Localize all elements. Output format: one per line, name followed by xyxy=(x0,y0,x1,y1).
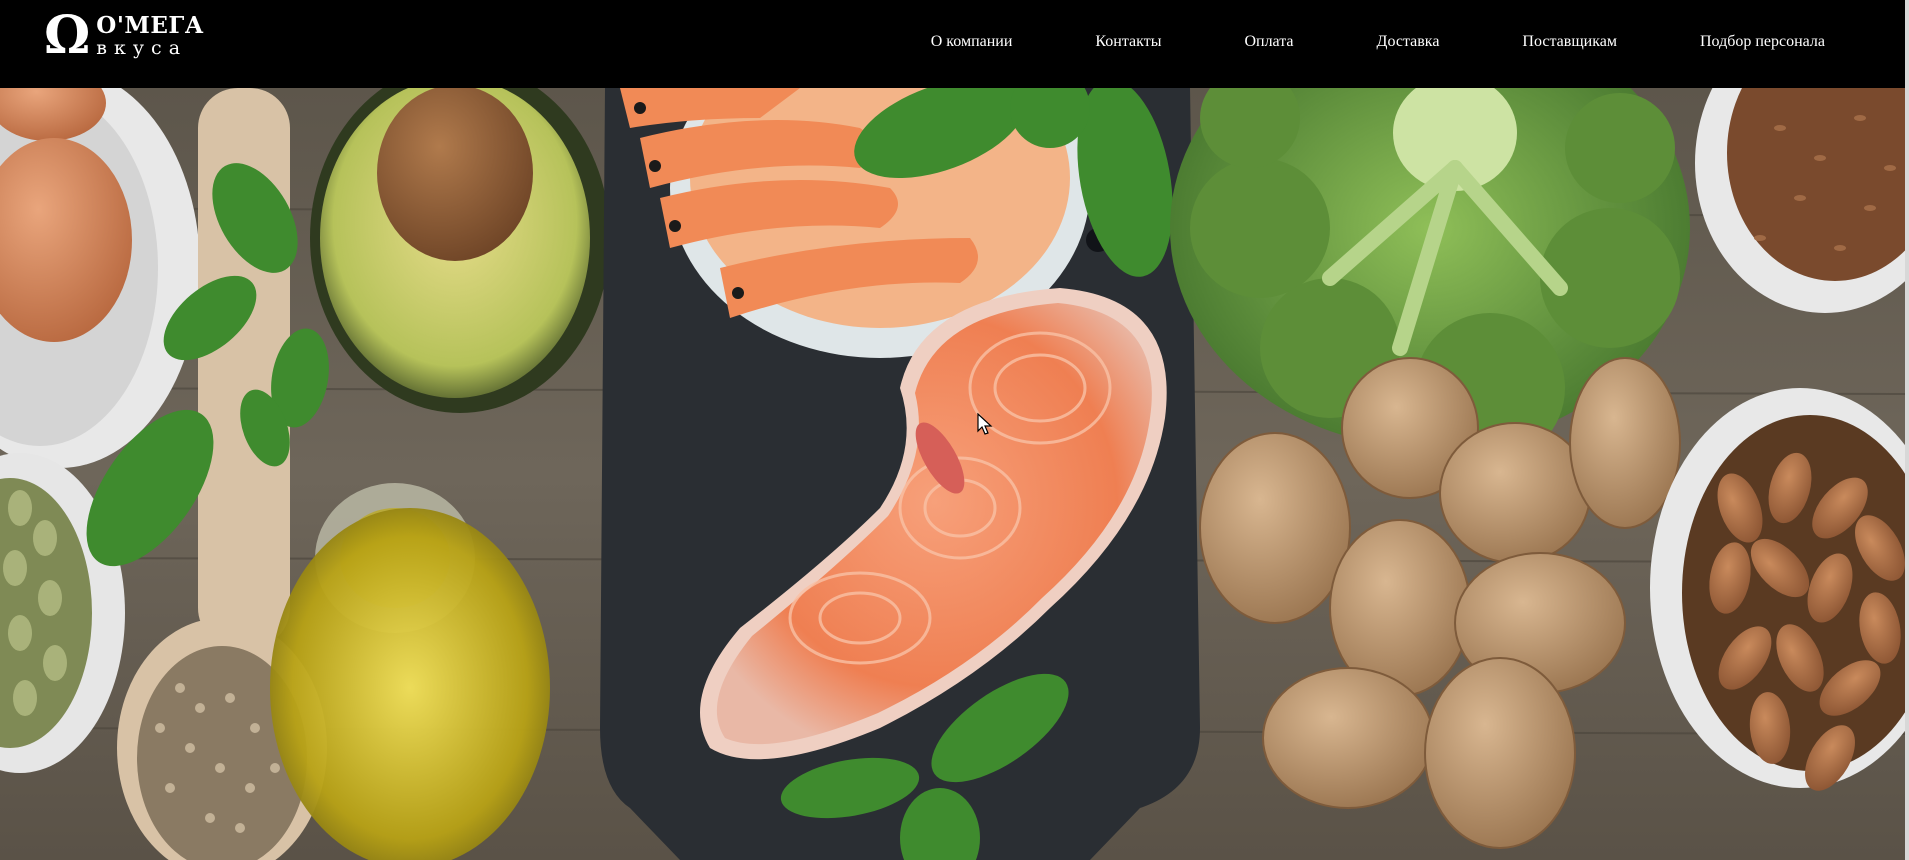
nav-item-recruitment[interactable]: Подбор персонала xyxy=(1700,33,1825,51)
omega-logo-icon: Ω xyxy=(44,5,91,66)
logo-subtitle: вкуса xyxy=(96,37,188,59)
logo-link[interactable]: Ω О'МЕГА вкуса xyxy=(44,10,204,62)
nav-item-delivery[interactable]: Доставка xyxy=(1377,33,1440,51)
hero-food-illustration xyxy=(0,88,1905,860)
nav-item-contacts[interactable]: Контакты xyxy=(1095,33,1161,51)
mouse-cursor-icon xyxy=(977,413,993,435)
nav-item-payment[interactable]: Оплата xyxy=(1244,33,1293,51)
nav-item-about[interactable]: О компании xyxy=(931,33,1013,51)
hero-banner-image xyxy=(0,88,1905,860)
scrollbar[interactable] xyxy=(1905,0,1909,860)
logo-text: О'МЕГА вкуса xyxy=(96,14,204,58)
site-header: Ω О'МЕГА вкуса О компании Контакты Оплат… xyxy=(0,0,1905,88)
logo-title: О'МЕГА xyxy=(96,12,204,39)
nav-item-suppliers[interactable]: Поставщикам xyxy=(1522,33,1617,51)
page: Ω О'МЕГА вкуса О компании Контакты Оплат… xyxy=(0,0,1909,860)
main-nav: О компании Контакты Оплата Доставка Пост… xyxy=(931,0,1825,84)
